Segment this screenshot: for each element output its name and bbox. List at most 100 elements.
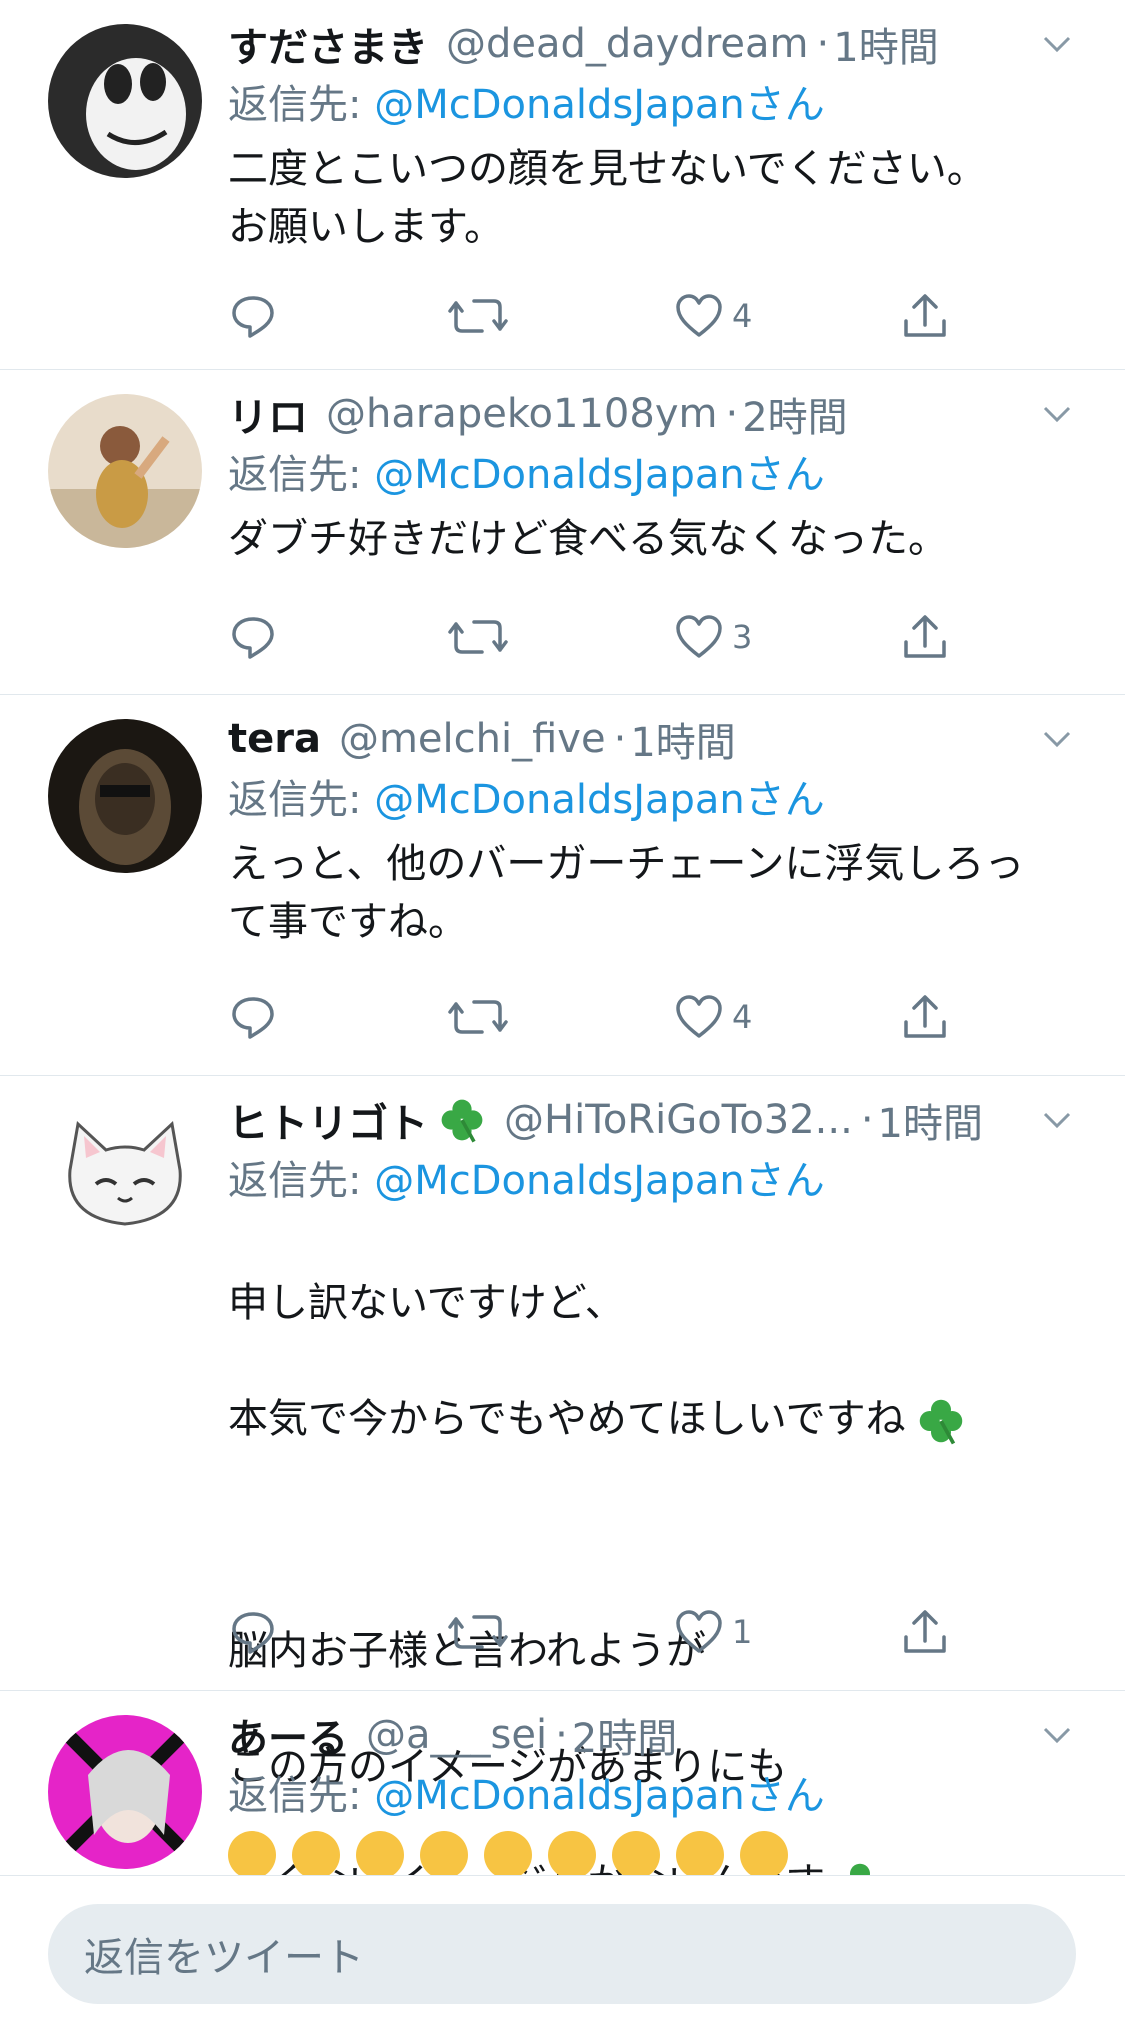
reply-to-line: 返信先: @McDonaldsJapanさん <box>228 446 1077 504</box>
action-bar: 1 <box>228 1602 988 1662</box>
timestamp[interactable]: 1時間 <box>630 710 735 768</box>
share-button[interactable] <box>900 987 950 1047</box>
chevron-down-icon[interactable] <box>1037 24 1077 64</box>
retweet-icon <box>448 612 508 662</box>
avatar[interactable] <box>48 24 202 178</box>
reply-tweet[interactable]: ヒトリゴト @HiToRiGoTo32... · 1時間 返信先: @McDon… <box>0 1076 1125 1875</box>
share-icon <box>900 291 950 341</box>
share-icon <box>900 1607 950 1657</box>
share-icon <box>900 992 950 1042</box>
action-bar: 4 <box>228 286 988 346</box>
user-handle[interactable]: @a___sei <box>366 1712 547 1758</box>
action-bar: 4 <box>228 987 988 1047</box>
display-name[interactable]: tera <box>228 716 321 762</box>
separator: · <box>613 716 627 762</box>
retweet-button[interactable] <box>448 987 508 1047</box>
like-icon <box>674 1607 724 1657</box>
reply-icon <box>228 612 278 662</box>
share-button[interactable] <box>900 286 950 346</box>
like-count: 4 <box>732 297 753 335</box>
reply-to-label: 返信先: <box>228 82 362 128</box>
like-icon <box>674 612 724 662</box>
chevron-down-icon[interactable] <box>1037 394 1077 434</box>
separator: · <box>725 391 739 437</box>
reply-tweet[interactable]: リロ @harapeko1108ym · 2時間 返信先: @McDonalds… <box>0 370 1125 695</box>
separator: · <box>555 1712 568 1758</box>
timestamp[interactable]: 1時間 <box>878 1091 983 1149</box>
reply-to-link[interactable]: @McDonaldsJapanさん <box>374 82 825 128</box>
chevron-down-icon[interactable] <box>1037 1715 1077 1755</box>
clover-icon <box>916 1396 966 1446</box>
separator: · <box>816 21 830 67</box>
like-count: 3 <box>732 618 753 656</box>
reply-to-link[interactable]: @McDonaldsJapanさん <box>374 1773 825 1819</box>
reply-to-line: 返信先: @McDonaldsJapanさん <box>228 1152 1077 1210</box>
reply-tweet[interactable]: すださまき @dead_daydream · 1時間 返信先: @McDonal… <box>0 0 1125 370</box>
confounded-face-emoji <box>228 1831 276 1875</box>
tweet-text: 二度とこいつの顔を見せないでください。 お願いします。 <box>228 146 987 250</box>
like-count: 4 <box>732 998 753 1036</box>
user-handle[interactable]: @HiToRiGoTo32... <box>504 1097 853 1143</box>
like-icon <box>674 291 724 341</box>
chevron-down-icon[interactable] <box>1037 719 1077 759</box>
confounded-face-emoji <box>292 1831 340 1875</box>
reply-feed: すださまき @dead_daydream · 1時間 返信先: @McDonal… <box>0 0 1125 1875</box>
avatar[interactable] <box>48 1100 202 1254</box>
compose-bar: 返信をツイート <box>0 1875 1125 2035</box>
display-name[interactable]: すださまき <box>228 15 428 73</box>
like-button[interactable]: 4 <box>674 286 752 346</box>
reply-tweet[interactable]: tera @melchi_five · 1時間 返信先: @McDonaldsJ… <box>0 695 1125 1076</box>
reply-icon <box>228 992 278 1042</box>
confounded-face-emoji <box>740 1831 788 1875</box>
reply-to-link[interactable]: @McDonaldsJapanさん <box>374 452 825 498</box>
reply-button[interactable] <box>228 607 278 667</box>
timestamp[interactable]: 2時間 <box>572 1706 677 1764</box>
confounded-face-emoji <box>548 1831 596 1875</box>
reply-input-placeholder: 返信をツイート <box>84 1935 364 1981</box>
user-handle[interactable]: @harapeko1108ym <box>326 391 717 437</box>
reply-input[interactable]: 返信をツイート <box>48 1904 1076 2004</box>
retweet-icon <box>448 1607 508 1657</box>
user-handle[interactable]: @dead_daydream <box>446 21 809 67</box>
reply-to-label: 返信先: <box>228 1158 362 1204</box>
avatar[interactable] <box>48 1715 202 1869</box>
retweet-button[interactable] <box>448 286 508 346</box>
chevron-down-icon[interactable] <box>1037 1100 1077 1140</box>
like-button[interactable]: 3 <box>674 607 752 667</box>
like-icon <box>674 992 724 1042</box>
emoji-row <box>228 1831 1077 1875</box>
reply-to-label: 返信先: <box>228 777 362 823</box>
reply-to-link[interactable]: @McDonaldsJapanさん <box>374 777 825 823</box>
reply-button[interactable] <box>228 987 278 1047</box>
retweet-button[interactable] <box>448 1602 508 1662</box>
timestamp[interactable]: 1時間 <box>833 15 938 73</box>
tweet-text-line: 本気で今からでもやめてほしいですね <box>228 1396 906 1442</box>
reply-tweet[interactable]: あーる @a___sei · 2時間 返信先: @McDonaldsJapanさ… <box>0 1691 1125 1875</box>
share-button[interactable] <box>900 1602 950 1662</box>
avatar[interactable] <box>48 719 202 873</box>
like-button[interactable]: 1 <box>674 1602 752 1662</box>
avatar[interactable] <box>48 394 202 548</box>
action-bar: 3 <box>228 607 988 667</box>
confounded-face-emoji <box>356 1831 404 1875</box>
reply-to-label: 返信先: <box>228 1773 362 1819</box>
confounded-face-emoji <box>612 1831 660 1875</box>
retweet-button[interactable] <box>448 607 508 667</box>
share-button[interactable] <box>900 607 950 667</box>
reply-button[interactable] <box>228 286 278 346</box>
separator: · <box>860 1097 874 1143</box>
clover-icon <box>438 1096 486 1144</box>
retweet-icon <box>448 992 508 1042</box>
reply-to-line: 返信先: @McDonaldsJapanさん <box>228 76 1077 134</box>
tweet-text: ダブチ好きだけど食べる気なくなった。 <box>228 516 948 562</box>
tweet-text-line: 申し訳ないですけど、 <box>228 1280 625 1326</box>
display-name[interactable]: あーる <box>228 1706 348 1764</box>
timestamp[interactable]: 2時間 <box>742 385 847 443</box>
display-name[interactable]: リロ <box>228 385 308 443</box>
reply-to-link[interactable]: @McDonaldsJapanさん <box>374 1158 825 1204</box>
display-name[interactable]: ヒトリゴト <box>228 1091 428 1149</box>
reply-icon <box>228 291 278 341</box>
like-button[interactable]: 4 <box>674 987 752 1047</box>
reply-button[interactable] <box>228 1602 278 1662</box>
user-handle[interactable]: @melchi_five <box>339 716 606 762</box>
